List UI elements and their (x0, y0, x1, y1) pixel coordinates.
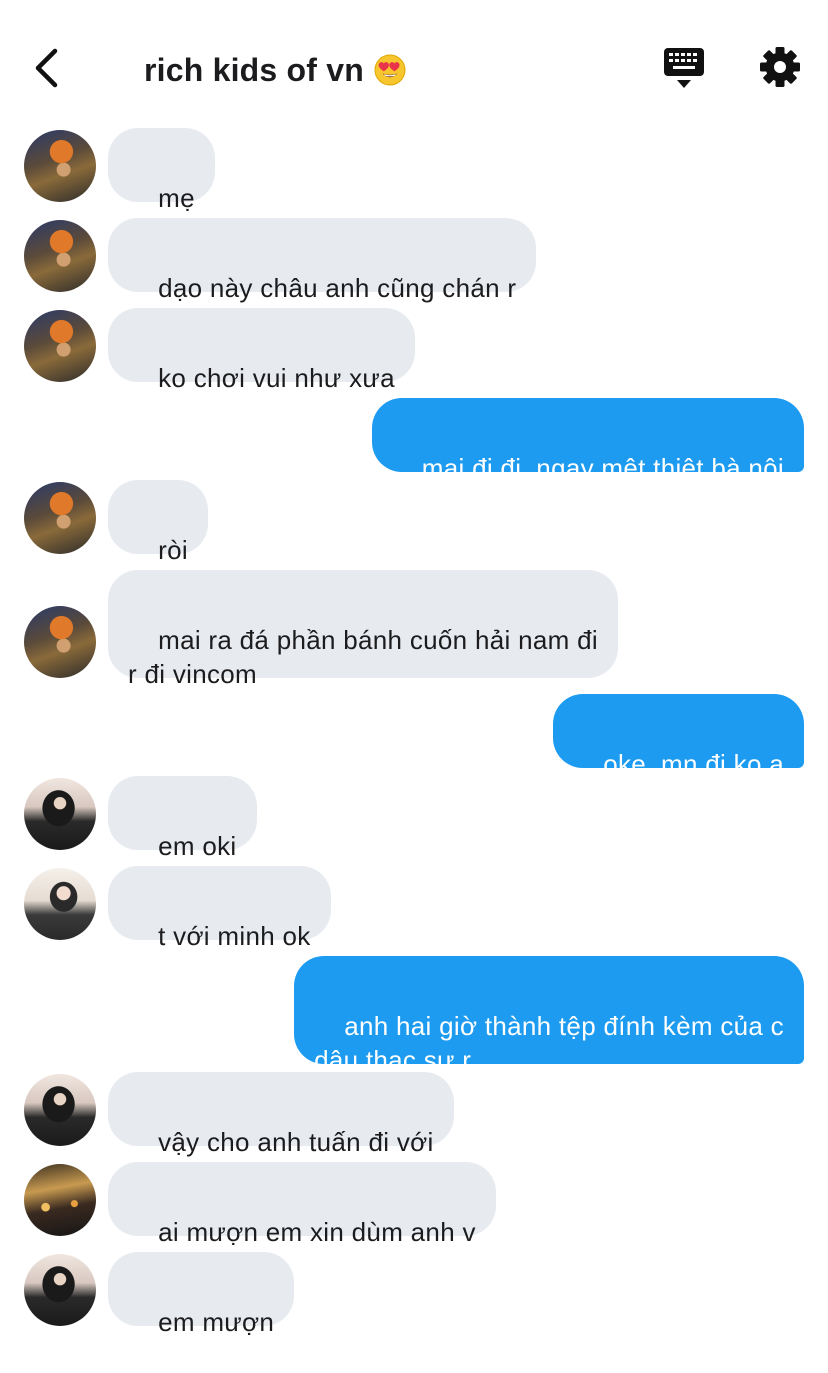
incoming-message[interactable]: mai ra đá phần bánh cuốn hải nam đi r đi… (108, 570, 618, 689)
incoming-message[interactable]: vậy cho anh tuấn đi với (108, 1072, 454, 1157)
message-text: anh hai giờ thành tệp đính kèm của c dâu… (314, 1011, 784, 1075)
outgoing-message[interactable]: mai đi đi, ngay mệt thiệt bà nội (371, 398, 804, 483)
avatar[interactable] (24, 310, 96, 382)
avatar[interactable] (24, 482, 96, 554)
incoming-message[interactable]: ròi (108, 480, 208, 565)
message-text: ko chơi vui như xưa (158, 363, 395, 393)
message-thread: mẹ dạo này châu anh cũng chán r ko chơi … (0, 0, 828, 1337)
message-text: vậy cho anh tuấn đi với (158, 1127, 434, 1157)
avatar[interactable] (24, 606, 96, 678)
outgoing-message[interactable]: anh hai giờ thành tệp đính kèm của c dâu… (294, 956, 804, 1075)
avatar[interactable] (24, 130, 96, 202)
message-text: mai ra đá phần bánh cuốn hải nam đi r đi… (128, 625, 598, 689)
incoming-message[interactable]: em mượn (108, 1252, 295, 1337)
message-text: ai mượn em xin dùm anh v (158, 1217, 476, 1247)
message-text: mai đi đi, ngay mệt thiệt bà nội (421, 453, 784, 483)
incoming-message[interactable]: ko chơi vui như xưa (108, 308, 415, 393)
incoming-message[interactable]: mẹ (108, 128, 215, 213)
incoming-message[interactable]: t với minh ok (108, 866, 331, 951)
avatar[interactable] (24, 868, 96, 940)
message-text: oke, mn đi ko ạ (603, 749, 784, 779)
message-text: ròi (158, 535, 188, 565)
message-text: em mượn (158, 1307, 275, 1337)
avatar[interactable] (24, 1074, 96, 1146)
outgoing-message[interactable]: oke, mn đi ko ạ (553, 694, 804, 779)
incoming-message[interactable]: em oki (108, 776, 257, 861)
message-text: dạo này châu anh cũng chán r (158, 273, 517, 303)
incoming-message[interactable]: dạo này châu anh cũng chán r (108, 218, 537, 303)
avatar[interactable] (24, 220, 96, 292)
avatar[interactable] (24, 1254, 96, 1326)
incoming-message[interactable]: ai mượn em xin dùm anh v (108, 1162, 496, 1247)
avatar[interactable] (24, 778, 96, 850)
message-text: em oki (158, 831, 237, 861)
message-text: t với minh ok (158, 921, 311, 951)
avatar[interactable] (24, 1164, 96, 1236)
message-text: mẹ (158, 183, 195, 213)
